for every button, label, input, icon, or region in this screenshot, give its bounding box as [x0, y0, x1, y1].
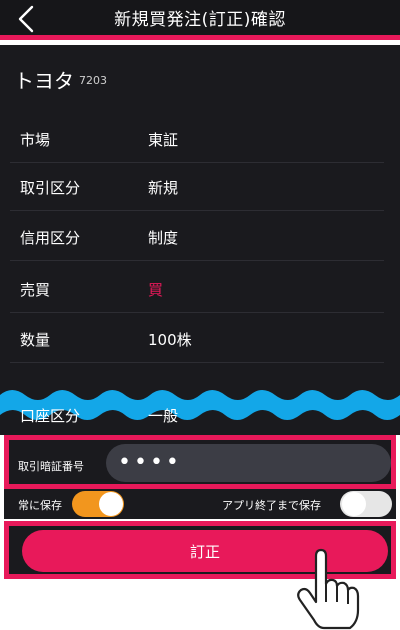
order-details-panel: トヨタ 7203 市場 東証 取引区分 新規 信用区分 制度 売買 買 数量 1…: [0, 45, 400, 435]
detail-label: 売買: [20, 281, 51, 299]
always-save-toggle[interactable]: [72, 491, 124, 517]
password-section: 取引暗証番号 ••••: [4, 435, 396, 489]
pointing-hand-icon: [297, 548, 360, 630]
detail-row-account-type: 口座区分 一般: [10, 391, 384, 439]
detail-row-market: 市場 東証: [10, 115, 384, 163]
detail-row-credit-type: 信用区分 制度: [10, 213, 384, 261]
always-save-label: 常に保存: [18, 499, 62, 512]
chevron-left-icon[interactable]: [14, 5, 40, 33]
detail-label: 口座区分: [20, 407, 81, 425]
header-bar: 新規買発注(訂正)確認: [0, 0, 400, 40]
detail-value: 100株: [148, 331, 192, 349]
save-until-exit-toggle[interactable]: [340, 491, 392, 517]
detail-value: 制度: [148, 229, 179, 247]
stock-code: 7203: [79, 74, 107, 87]
detail-label: 取引区分: [20, 179, 81, 197]
detail-label: 市場: [20, 131, 51, 149]
detail-label: 信用区分: [20, 229, 81, 247]
password-input[interactable]: ••••: [106, 444, 391, 482]
toggle-knob: [342, 492, 366, 516]
detail-row-quantity: 数量 100株: [10, 315, 384, 363]
save-until-exit-label: アプリ終了まで保存: [222, 499, 321, 512]
detail-label: 数量: [20, 331, 51, 349]
page-title: 新規買発注(訂正)確認: [114, 10, 286, 30]
detail-row-buy-sell: 売買 買: [10, 265, 384, 313]
detail-value: 買: [148, 281, 164, 299]
save-options: 常に保存 アプリ終了まで保存: [4, 489, 396, 519]
password-label: 取引暗証番号: [18, 460, 84, 473]
detail-value: 新規: [148, 179, 179, 197]
detail-value: 一般: [148, 407, 179, 425]
stock-name: トヨタ: [14, 69, 74, 93]
toggle-knob: [99, 492, 123, 516]
detail-value: 東証: [148, 131, 179, 149]
detail-row-trade-type: 取引区分 新規: [10, 163, 384, 211]
